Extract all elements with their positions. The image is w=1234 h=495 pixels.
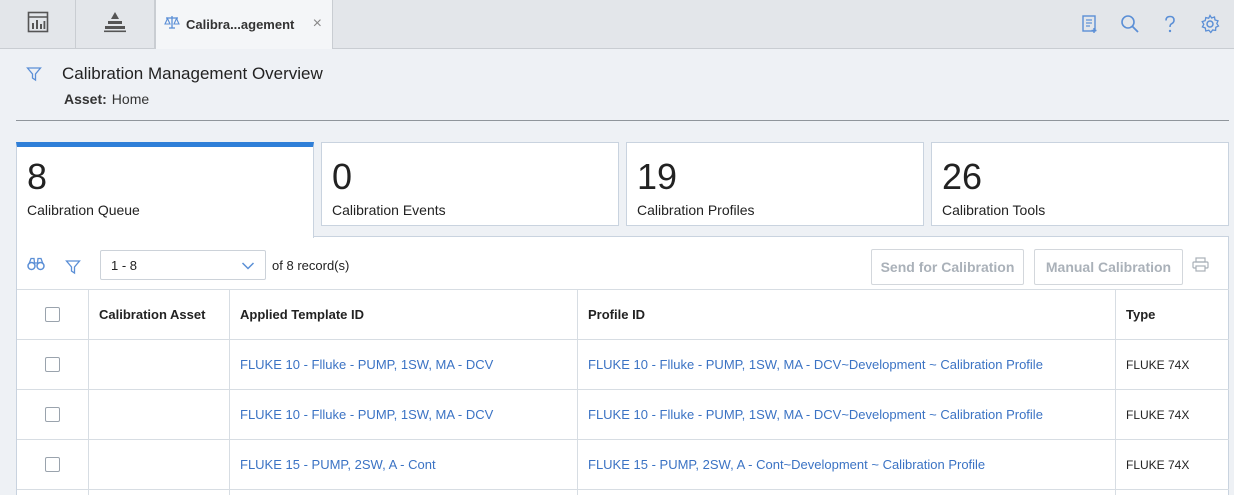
filter-icon[interactable] bbox=[26, 66, 42, 87]
report-icon[interactable] bbox=[1078, 12, 1102, 36]
template-link[interactable]: FLUKE 10 - Flluke - PUMP, 1SW, MA - DCV bbox=[240, 407, 493, 422]
column-header-asset[interactable]: Calibration Asset bbox=[88, 290, 229, 339]
send-for-calibration-button[interactable]: Send for Calibration bbox=[871, 249, 1024, 285]
table-row: FLUKE 10 - Flluke - PUMP, 1SW, MA - DCV … bbox=[17, 389, 1229, 439]
select-cell bbox=[17, 340, 88, 389]
template-cell: FLUKE 15 - PUMP, 2SW, A - Cont bbox=[229, 440, 577, 489]
search-icon[interactable] bbox=[1118, 12, 1142, 36]
card-calibration-profiles[interactable]: 19 Calibration Profiles bbox=[626, 142, 924, 226]
hierarchy-tab[interactable] bbox=[76, 0, 155, 48]
column-header-type[interactable]: Type bbox=[1115, 290, 1229, 339]
top-tab-bar: Calibra...agement × bbox=[0, 0, 1234, 49]
records-label: record(s) bbox=[297, 258, 350, 273]
type-value: FLUKE 74X bbox=[1126, 407, 1190, 422]
select-all-checkbox[interactable] bbox=[45, 307, 60, 322]
template-cell bbox=[229, 490, 577, 495]
table-header-row: Calibration Asset Applied Template ID Pr… bbox=[17, 289, 1229, 339]
row-checkbox[interactable] bbox=[45, 457, 60, 472]
profile-cell: FLUKE 15 - PUMP, 2SW, A - Cont~Developme… bbox=[577, 440, 1115, 489]
chevron-down-icon bbox=[241, 259, 255, 274]
asset-cell bbox=[88, 340, 229, 389]
card-label: Calibration Tools bbox=[942, 202, 1046, 218]
record-count: of 8 record(s) bbox=[272, 258, 349, 273]
help-icon[interactable] bbox=[1158, 12, 1182, 36]
template-cell: FLUKE 10 - Flluke - PUMP, 1SW, MA - DCV bbox=[229, 390, 577, 439]
table-row: FLUKE 10 - Flluke - PUMP, 1SW, MA - DCV … bbox=[17, 339, 1229, 389]
page-header: Calibration Management Overview Asset: Ho… bbox=[0, 49, 1234, 139]
asset-cell bbox=[88, 440, 229, 489]
range-value: 1 - 8 bbox=[111, 258, 138, 273]
template-cell: FLUKE 10 - Flluke - PUMP, 1SW, MA - DCV bbox=[229, 340, 577, 389]
settings-icon[interactable] bbox=[1198, 12, 1222, 36]
manual-calibration-button[interactable]: Manual Calibration bbox=[1034, 249, 1183, 285]
type-cell: FLUKE 74X bbox=[1115, 340, 1229, 389]
card-label: Calibration Events bbox=[332, 202, 446, 218]
row-checkbox[interactable] bbox=[45, 407, 60, 422]
select-cell bbox=[17, 390, 88, 439]
card-count: 26 bbox=[942, 156, 983, 197]
template-link[interactable]: FLUKE 15 - PUMP, 2SW, A - Cont bbox=[240, 457, 436, 472]
select-cell bbox=[17, 490, 88, 495]
column-header-profile[interactable]: Profile ID bbox=[577, 290, 1115, 339]
card-calibration-queue[interactable]: 8 Calibration Queue bbox=[16, 142, 314, 238]
record-total: 8 bbox=[286, 258, 294, 273]
profile-link[interactable]: FLUKE 10 - Flluke - PUMP, 1SW, MA - DCV~… bbox=[588, 357, 1043, 372]
profile-cell: FLUKE 10 - Flluke - PUMP, 1SW, MA - DCV~… bbox=[577, 340, 1115, 389]
card-label: Calibration Profiles bbox=[637, 202, 755, 218]
type-cell: FLUKE 74X bbox=[1115, 390, 1229, 439]
card-count: 0 bbox=[332, 156, 353, 197]
print-icon[interactable] bbox=[1192, 257, 1209, 277]
page-title: Calibration Management Overview bbox=[62, 64, 323, 83]
dashboard-icon bbox=[27, 11, 49, 38]
scales-icon bbox=[164, 14, 180, 35]
table-row: FLUKE 15 - PUMP, 2SW, A - Cont FLUKE 15 … bbox=[17, 439, 1229, 489]
of-label: of bbox=[272, 258, 283, 273]
asset-cell bbox=[88, 490, 229, 495]
card-label: Calibration Queue bbox=[27, 202, 140, 218]
select-cell bbox=[17, 440, 88, 489]
column-header-template[interactable]: Applied Template ID bbox=[229, 290, 577, 339]
type-cell bbox=[1115, 490, 1229, 495]
type-value: FLUKE 74X bbox=[1126, 457, 1190, 472]
card-calibration-events[interactable]: 0 Calibration Events bbox=[321, 142, 619, 226]
dashboard-tab[interactable] bbox=[0, 0, 76, 48]
asset-context: Asset: Home bbox=[64, 91, 149, 107]
profile-link[interactable]: FLUKE 10 - Flluke - PUMP, 1SW, MA - DCV~… bbox=[588, 407, 1043, 422]
queue-panel: 1 - 8 of 8 record(s) Send for Calibratio… bbox=[16, 236, 1229, 495]
profile-cell: FLUKE 10 - Flluke - PUMP, 1SW, MA - DCV~… bbox=[577, 390, 1115, 439]
template-link[interactable]: FLUKE 10 - Flluke - PUMP, 1SW, MA - DCV bbox=[240, 357, 493, 372]
card-count: 19 bbox=[637, 156, 678, 197]
header-divider bbox=[16, 120, 1229, 121]
card-calibration-tools[interactable]: 26 Calibration Tools bbox=[931, 142, 1229, 226]
filter-icon[interactable] bbox=[65, 259, 81, 275]
hierarchy-icon bbox=[103, 11, 127, 38]
active-tab-label: Calibra...agement bbox=[186, 17, 295, 32]
asset-label: Asset: bbox=[64, 91, 107, 107]
table-row-partial bbox=[17, 489, 1229, 495]
tab-calibration-management[interactable]: Calibra...agement × bbox=[155, 0, 333, 49]
type-cell: FLUKE 74X bbox=[1115, 440, 1229, 489]
row-checkbox[interactable] bbox=[45, 357, 60, 372]
asset-cell bbox=[88, 390, 229, 439]
type-value: FLUKE 74X bbox=[1126, 357, 1190, 372]
profile-link[interactable]: FLUKE 15 - PUMP, 2SW, A - Cont~Developme… bbox=[588, 457, 985, 472]
close-icon[interactable]: × bbox=[313, 15, 322, 33]
select-all-cell bbox=[17, 290, 88, 339]
range-select[interactable]: 1 - 8 bbox=[100, 250, 266, 280]
card-count: 8 bbox=[27, 156, 48, 197]
profile-cell bbox=[577, 490, 1115, 495]
asset-value[interactable]: Home bbox=[112, 91, 149, 107]
binoculars-icon[interactable] bbox=[27, 257, 45, 271]
